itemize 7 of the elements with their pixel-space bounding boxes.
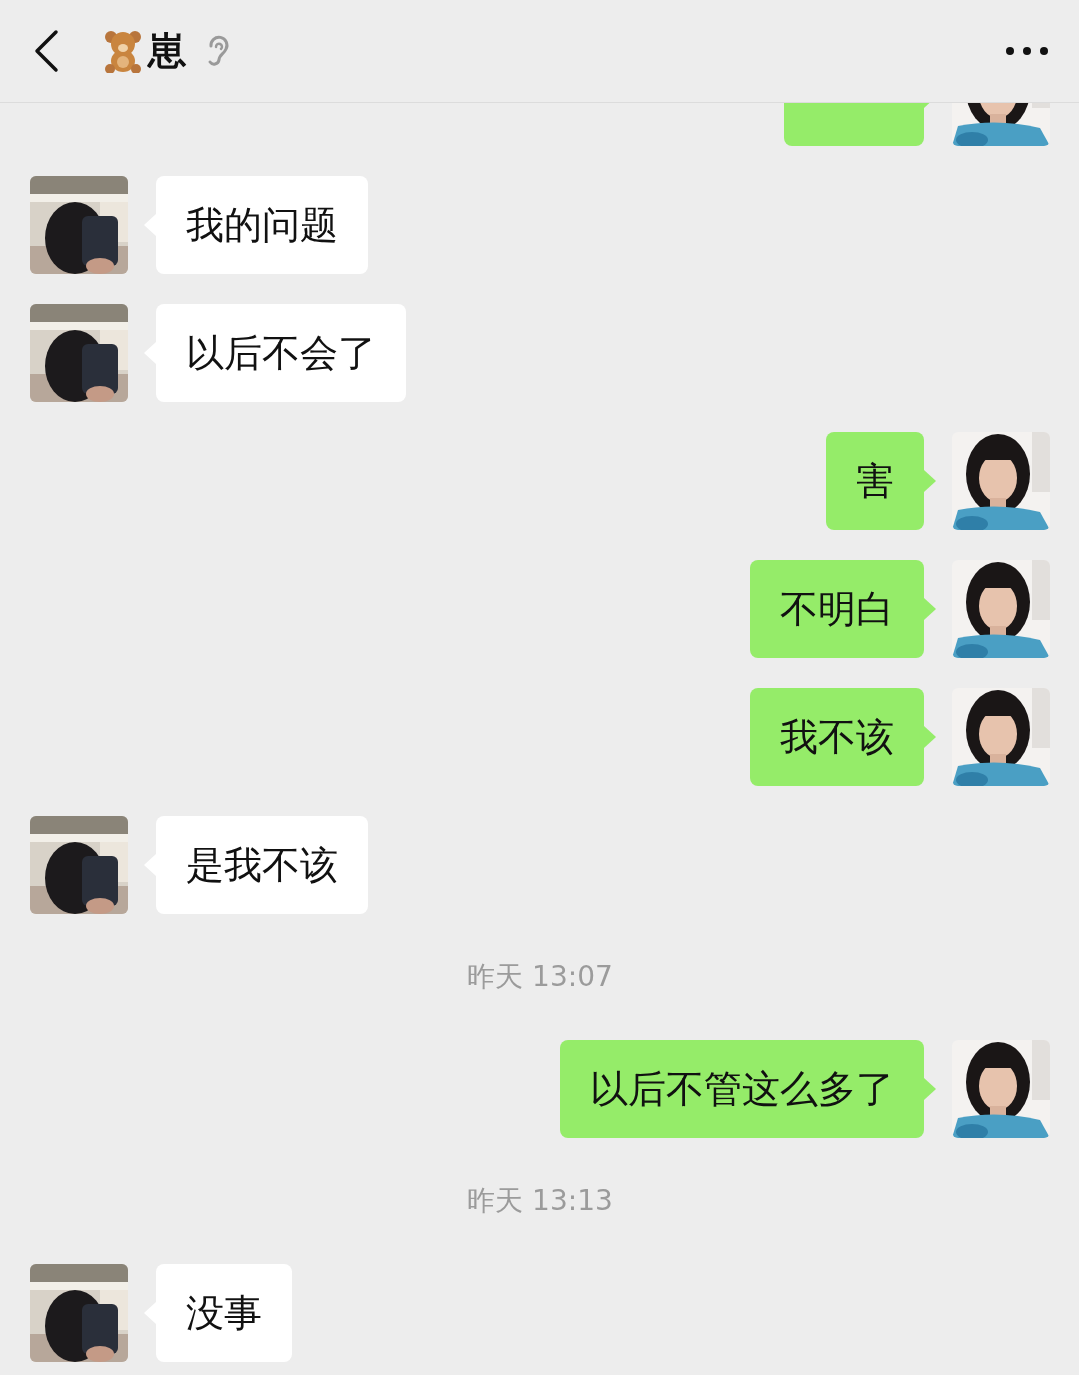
ear-icon	[206, 34, 230, 68]
teddy-bear-icon	[102, 29, 144, 73]
more-icon[interactable]	[1005, 46, 1049, 56]
back-icon[interactable]	[32, 29, 60, 73]
timestamp: 昨天 13:07	[467, 959, 613, 995]
chat-title: 崽	[148, 27, 186, 75]
timestamp: 昨天 13:13	[467, 1183, 613, 1219]
